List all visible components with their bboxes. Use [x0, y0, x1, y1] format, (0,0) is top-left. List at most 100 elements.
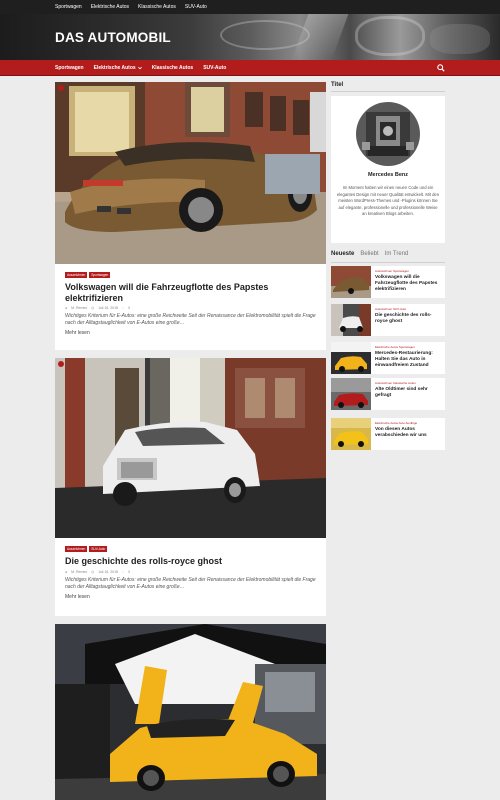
list-item-text: Elektrische Autos Sportwagen Mercedes-Re… — [375, 345, 443, 369]
post-image[interactable] — [55, 624, 326, 800]
post-image-illustration — [55, 82, 326, 264]
category-badge[interactable]: Auszeichnen — [65, 272, 88, 278]
tab-beliebt[interactable]: Beliebt — [360, 251, 378, 262]
post-card — [55, 624, 326, 800]
sidebar-tabs: Neueste Beliebt Im Trend — [331, 251, 445, 262]
divider — [331, 262, 445, 263]
comment-icon: ◌ — [122, 306, 125, 310]
author-widget: Mercedes Benz Im Moment haben wir einen … — [331, 96, 445, 243]
post-card: Auszeichnen Sportwagen Volkswagen will d… — [55, 82, 326, 350]
list-item-title[interactable]: Die geschichte des rolls-royce ghost — [375, 313, 443, 325]
post-card: Auszeichnen SUV-Auto Die geschichte des … — [55, 358, 326, 616]
divider — [331, 91, 445, 92]
list-item-text: Auszeichnen Sportwagen Volkswagen will d… — [375, 269, 443, 293]
post-title[interactable]: Die geschichte des rolls-royce ghost — [65, 556, 316, 567]
list-item-thumbnail[interactable] — [331, 378, 371, 410]
list-item[interactable]: Auszeichnen SUV-Auto Die geschichte des … — [331, 304, 445, 336]
tab-im-trend[interactable]: Im Trend — [385, 251, 409, 262]
top-links: Sportwagen Elektrische Autos Klassische … — [55, 0, 207, 14]
main-nav: Sportwagen Elektrische Autos Klassische … — [0, 60, 500, 76]
author-name: Mercedes Benz — [367, 172, 409, 178]
nav-item-klassische-autos[interactable]: Klassische Autos — [152, 65, 194, 71]
post-date: Juli 16, 2018 — [98, 569, 118, 574]
thumbnail-image — [331, 266, 371, 298]
list-item[interactable]: Auszeichnen Sportwagen Volkswagen will d… — [331, 266, 445, 298]
format-icon — [58, 361, 64, 367]
top-link-elektrische-autos[interactable]: Elektrische Autos — [91, 4, 129, 10]
nav-item-label: Elektrische Autos — [93, 65, 136, 71]
user-icon: ● — [65, 306, 68, 310]
nav-item-label: SUV-Auto — [203, 65, 227, 71]
post-excerpt: Wichtiges Kriterium für E-Autos: eine gr… — [65, 576, 316, 590]
list-item[interactable]: Auszeichnen Klassische Autos Alte Oldtim… — [331, 378, 445, 410]
clock-icon: ◷ — [91, 569, 95, 574]
category-badge[interactable]: SUV-Auto — [89, 546, 108, 552]
header-background-shape — [430, 24, 490, 54]
list-item-thumbnail[interactable] — [331, 342, 371, 374]
post-categories: Auszeichnen Sportwagen — [65, 272, 316, 278]
post-title[interactable]: Volkswagen will die Fahrzeugflotte des P… — [65, 282, 316, 303]
top-link-suv-auto[interactable]: SUV-Auto — [185, 4, 207, 10]
sidebar-widget-title: Titel — [331, 82, 344, 88]
post-body: Auszeichnen Sportwagen Volkswagen will d… — [65, 272, 316, 336]
list-item-title[interactable]: Alte Oldtimer sind sehr gefragt — [375, 387, 443, 399]
post-author[interactable]: M. Remes — [71, 570, 87, 574]
thumbnail-image — [331, 342, 371, 374]
nav-item-label: Klassische Autos — [151, 65, 194, 71]
category-badge[interactable]: Sportwagen — [89, 272, 111, 278]
list-item[interactable]: Elektrische Autos Auto Ausflüge Von dies… — [331, 418, 445, 450]
site-title[interactable]: DAS AUTOMOBIL — [55, 30, 171, 45]
list-item-thumbnail[interactable] — [331, 304, 371, 336]
post-image[interactable] — [55, 358, 326, 538]
avatar — [356, 102, 420, 166]
post-excerpt: Wichtiges Kriterium für E-Autos: eine gr… — [65, 313, 316, 326]
list-item[interactable]: Elektrische Autos Sportwagen Mercedes-Re… — [331, 342, 445, 374]
post-categories: Auszeichnen SUV-Auto — [65, 546, 316, 552]
list-item-text: Elektrische Autos Auto Ausflüge Von dies… — [375, 421, 443, 439]
nav-item-suv-auto[interactable]: SUV-Auto — [203, 65, 226, 71]
thumbnail-image — [331, 418, 371, 450]
post-author[interactable]: M. Remes — [71, 306, 87, 310]
list-item-categories[interactable]: Auszeichnen Klassische Autos — [375, 381, 443, 385]
site-header: DAS AUTOMOBIL — [0, 14, 500, 60]
list-item-categories[interactable]: Auszeichnen SUV-Auto — [375, 307, 443, 311]
thumbnail-image — [331, 378, 371, 410]
top-link-sportwagen[interactable]: Sportwagen — [55, 4, 82, 10]
list-item-categories[interactable]: Elektrische Autos Sportwagen — [375, 345, 443, 349]
header-background-shape — [355, 16, 425, 56]
list-item-text: Auszeichnen Klassische Autos Alte Oldtim… — [375, 381, 443, 399]
list-item-thumbnail[interactable] — [331, 418, 371, 450]
post-meta: ● M. Remes ◷ Juli 16, 2018 ◌ 0 — [65, 570, 316, 574]
list-item-categories[interactable]: Elektrische Autos Auto Ausflüge — [375, 421, 443, 425]
post-date: Juli 16, 2018 — [98, 306, 118, 310]
nav-item-sportwagen[interactable]: Sportwagen — [55, 65, 84, 71]
format-icon — [58, 85, 64, 91]
list-item-title[interactable]: Volkswagen will die Fahrzeugflotte des P… — [375, 275, 443, 293]
category-badge[interactable]: Auszeichnen — [65, 546, 88, 552]
list-item-title[interactable]: Von diesen Autos verabschieden wir uns — [375, 427, 443, 439]
list-item-title[interactable]: Mercedes-Restaurierung: Halten Sie das A… — [375, 351, 443, 369]
post-comments[interactable]: 0 — [128, 570, 130, 574]
avatar-image — [356, 102, 420, 166]
top-bar: Sportwagen Elektrische Autos Klassische … — [0, 0, 500, 14]
list-item-thumbnail[interactable] — [331, 266, 371, 298]
chevron-down-icon — [137, 66, 142, 70]
clock-icon: ◷ — [91, 306, 95, 310]
post-image-illustration — [55, 624, 326, 800]
nav-item-elektrische-autos[interactable]: Elektrische Autos — [94, 65, 142, 71]
search-icon[interactable] — [437, 64, 445, 72]
list-item-categories[interactable]: Auszeichnen Sportwagen — [375, 269, 443, 273]
header-background-shine — [291, 14, 349, 60]
top-link-klassische-autos[interactable]: Klassische Autos — [138, 4, 176, 10]
tab-neueste[interactable]: Neueste — [331, 251, 354, 262]
thumbnail-image — [331, 304, 371, 336]
post-body: Auszeichnen SUV-Auto Die geschichte des … — [65, 546, 316, 600]
post-comments[interactable]: 0 — [128, 306, 130, 310]
author-description: Im Moment haben wir einen neuen Code und… — [336, 185, 440, 217]
post-meta: ● M. Remes ◷ Juli 16, 2018 ◌ 0 — [65, 306, 316, 310]
list-item-text: Auszeichnen SUV-Auto Die geschichte des … — [375, 307, 443, 325]
read-more-link[interactable]: Mehr lesen — [65, 594, 316, 600]
post-image[interactable] — [55, 82, 326, 264]
user-icon: ● — [65, 569, 68, 574]
read-more-link[interactable]: Mehr lesen — [65, 330, 316, 336]
